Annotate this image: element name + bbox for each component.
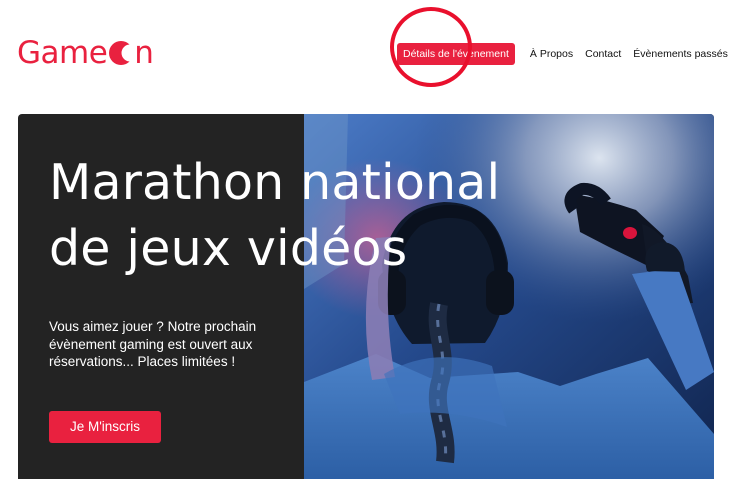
hero-description-line-2: évènement gaming est ouvert aux: [49, 336, 253, 352]
hero-description: Vous aimez jouer ? Notre prochain évènem…: [49, 318, 294, 371]
gameon-logo[interactable]: Game n: [17, 33, 154, 73]
nav-item-about[interactable]: À Propos: [530, 48, 573, 60]
nav-item-past-events[interactable]: Évènements passés: [633, 48, 728, 60]
hero-section: Marathon national de jeux vidéos Vous ai…: [18, 114, 714, 479]
register-button[interactable]: Je M'inscris: [49, 411, 161, 443]
hero-description-line-3: réservations... Places limitées !: [49, 354, 236, 369]
hero-title-line-2: de jeux vidéos: [49, 220, 408, 277]
logo-text-n: n: [134, 35, 154, 71]
hero-title: Marathon national de jeux vidéos: [49, 150, 569, 282]
controller-o-icon: [109, 41, 134, 65]
hero-title-line-1: Marathon national: [49, 154, 501, 211]
hero-description-line-1: Vous aimez jouer ? Notre prochain: [49, 319, 257, 334]
annotation-highlight-circle: [390, 7, 472, 87]
logo-text-game: Game: [17, 35, 108, 71]
nav-item-contact[interactable]: Contact: [585, 48, 621, 60]
